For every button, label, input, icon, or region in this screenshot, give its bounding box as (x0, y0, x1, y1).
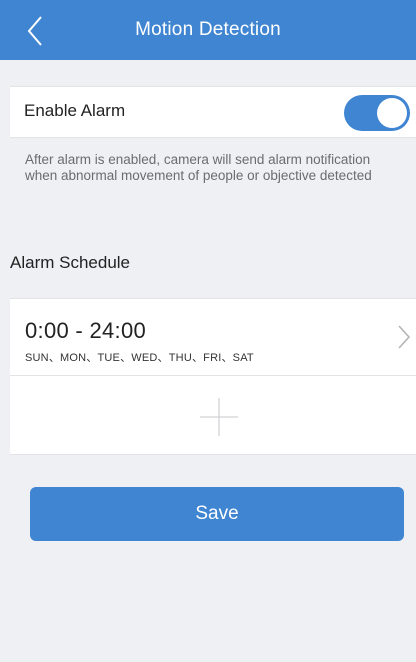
schedule-item[interactable]: 0:00 - 24:00 SUN、MON、TUE、WED、THU、FRI、SAT (10, 299, 416, 376)
alarm-hint-text: After alarm is enabled, camera will send… (25, 152, 372, 183)
add-schedule-button[interactable] (10, 377, 416, 455)
page-title: Motion Detection (135, 19, 281, 40)
toggle-knob (377, 98, 407, 128)
enable-alarm-toggle[interactable] (344, 95, 410, 131)
top-bar: Motion Detection (0, 0, 416, 60)
plus-icon (200, 398, 238, 436)
chevron-right-icon (398, 325, 411, 349)
enable-alarm-row: Enable Alarm (10, 86, 416, 138)
chevron-left-icon (27, 16, 42, 46)
save-button[interactable]: Save (30, 487, 404, 541)
alarm-schedule-heading: Alarm Schedule (10, 253, 131, 272)
schedule-list: 0:00 - 24:00 SUN、MON、TUE、WED、THU、FRI、SAT (10, 298, 416, 455)
schedule-days: SUN、MON、TUE、WED、THU、FRI、SAT (25, 352, 254, 364)
enable-alarm-label: Enable Alarm (24, 101, 126, 120)
schedule-time: 0:00 - 24:00 (25, 318, 147, 343)
back-button[interactable] (22, 14, 52, 48)
